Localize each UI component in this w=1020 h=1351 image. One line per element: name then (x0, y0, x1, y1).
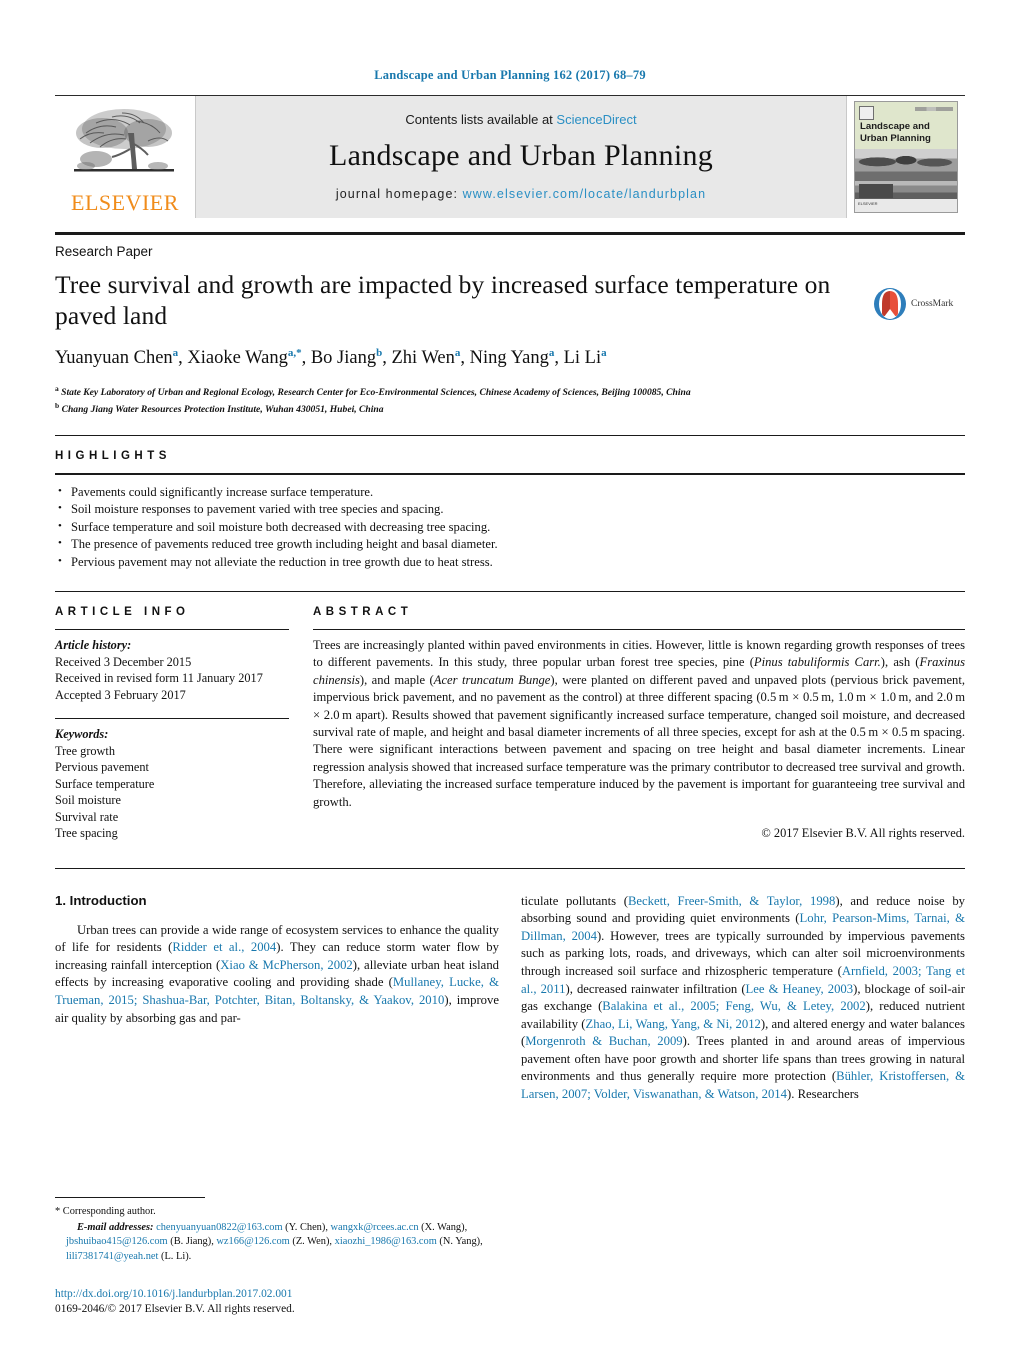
crossmark-icon (874, 288, 906, 320)
masthead-center: Contents lists available at ScienceDirec… (195, 96, 847, 218)
affiliation-b: b Chang Jiang Water Resources Protection… (55, 401, 384, 416)
body-column-right: ticulate pollutants (Beckett, Freer-Smit… (521, 893, 965, 1112)
history-received: Received 3 December 2015 (55, 654, 192, 669)
cover-volume-text (915, 107, 953, 111)
keywords-rule (55, 718, 289, 720)
info-abstract-row: ARTICLE INFO Article history: Received 3… (55, 606, 965, 842)
list-item: Soil moisture responses to pavement vari… (55, 500, 965, 519)
keywords-block: Keywords: Tree growth Pervious pavement … (55, 726, 289, 842)
doi-block: http://dx.doi.org/10.1016/j.landurbplan.… (55, 1287, 525, 1317)
article-info-column: ARTICLE INFO Article history: Received 3… (55, 606, 313, 842)
cover-publisher-mark (859, 106, 874, 120)
article-info-rule (55, 629, 289, 631)
cover-photo-top (855, 149, 957, 181)
email-addresses-note: E-mail addresses: chenyuanyuan0822@163.c… (66, 1221, 483, 1262)
info-abstract-top-rule (55, 591, 965, 593)
introduction-heading: 1. Introduction (55, 892, 147, 908)
highlights-list: Pavements could significantly increase s… (55, 483, 965, 572)
keyword-item: Surface temperature (55, 776, 155, 791)
sciencedirect-link[interactable]: ScienceDirect (556, 112, 636, 127)
affiliation-a: a State Key Laboratory of Urban and Regi… (55, 384, 691, 399)
crossmark-label: CrossMark (911, 299, 954, 309)
list-item: Pervious pavement may not alleviate the … (55, 553, 965, 572)
cover-footer: ELSEVIER (855, 199, 957, 212)
contents-available-line: Contents lists available at ScienceDirec… (405, 112, 636, 127)
keyword-item: Survival rate (55, 809, 119, 824)
paper-page: Landscape and Urban Planning 162 (2017) … (0, 0, 1020, 1351)
elsevier-logo: ELSEVIER (55, 96, 195, 218)
highlights-rule (55, 472, 965, 475)
article-history: Article history: Received 3 December 201… (55, 637, 289, 703)
keywords-label: Keywords: (55, 727, 109, 742)
list-item: The presence of pavements reduced tree g… (55, 535, 965, 554)
abstract-rule (313, 629, 965, 631)
author-list: Yuanyuan Chena, Xiaoke Wanga,*, Bo Jiang… (55, 347, 607, 369)
footnote-rule (55, 1197, 205, 1199)
article-kind: Research Paper (55, 244, 153, 259)
footnote-block: * Corresponding author. E-mail addresses… (55, 1197, 495, 1265)
keyword-item: Tree growth (55, 743, 116, 758)
article-history-label: Article history: (55, 638, 132, 653)
elsevier-wordmark: ELSEVIER (71, 189, 179, 215)
doi-link[interactable]: http://dx.doi.org/10.1016/j.landurbplan.… (55, 1287, 525, 1302)
keyword-item: Pervious pavement (55, 760, 149, 775)
corresponding-author-note: * Corresponding author. (55, 1206, 156, 1218)
abstract-copyright: © 2017 Elsevier B.V. All rights reserved… (761, 826, 965, 841)
title-top-rule (55, 232, 965, 235)
journal-homepage-link[interactable]: www.elsevier.com/locate/landurbplan (463, 187, 706, 201)
abstract-column: ABSTRACT Trees are increasingly planted … (313, 606, 965, 842)
journal-cover-thumbnail: Landscape and Urban Planning ELSEVIER (847, 96, 965, 218)
journal-name: Landscape and Urban Planning (328, 138, 714, 172)
crossmark-badge[interactable]: CrossMark (873, 269, 965, 321)
elsevier-tree-icon (74, 108, 174, 171)
abstract-text: Trees are increasingly planted within pa… (313, 638, 966, 809)
contents-prefix: Contents lists available at (405, 111, 557, 127)
highlights-heading: HIGHLIGHTS (55, 449, 171, 462)
homepage-prefix: journal homepage: (335, 186, 463, 201)
abstract-heading: ABSTRACT (313, 606, 413, 619)
intro-paragraph-right: ticulate pollutants (Beckett, Freer-Smit… (521, 893, 966, 1102)
keyword-item: Soil moisture (55, 793, 121, 808)
history-revised: Received in revised form 11 January 2017 (55, 671, 263, 686)
running-head: Landscape and Urban Planning 162 (2017) … (374, 68, 646, 82)
journal-homepage-line: journal homepage: www.elsevier.com/locat… (336, 187, 706, 201)
article-info-heading: ARTICLE INFO (55, 606, 190, 619)
cover-title: Landscape and Urban Planning (860, 121, 931, 144)
history-accepted: Accepted 3 February 2017 (55, 687, 186, 702)
list-item: Surface temperature and soil moisture bo… (55, 518, 965, 537)
issn-copyright: 0169-2046/© 2017 Elsevier B.V. All right… (55, 1303, 295, 1315)
journal-masthead: ELSEVIER Contents lists available at Sci… (55, 96, 965, 218)
page-title: Tree survival and growth are impacted by… (55, 270, 831, 330)
cover-photo-bottom (855, 181, 957, 199)
body-column-left: 1. Introduction Urban trees can provide … (55, 893, 499, 1112)
list-item: Pavements could significantly increase s… (55, 483, 965, 502)
keyword-item: Tree spacing (55, 826, 118, 841)
intro-paragraph-left: Urban trees can provide a wide range of … (55, 922, 500, 1025)
body-columns: 1. Introduction Urban trees can provide … (55, 893, 965, 1112)
body-top-rule (55, 867, 965, 869)
highlights-top-rule (55, 434, 965, 436)
